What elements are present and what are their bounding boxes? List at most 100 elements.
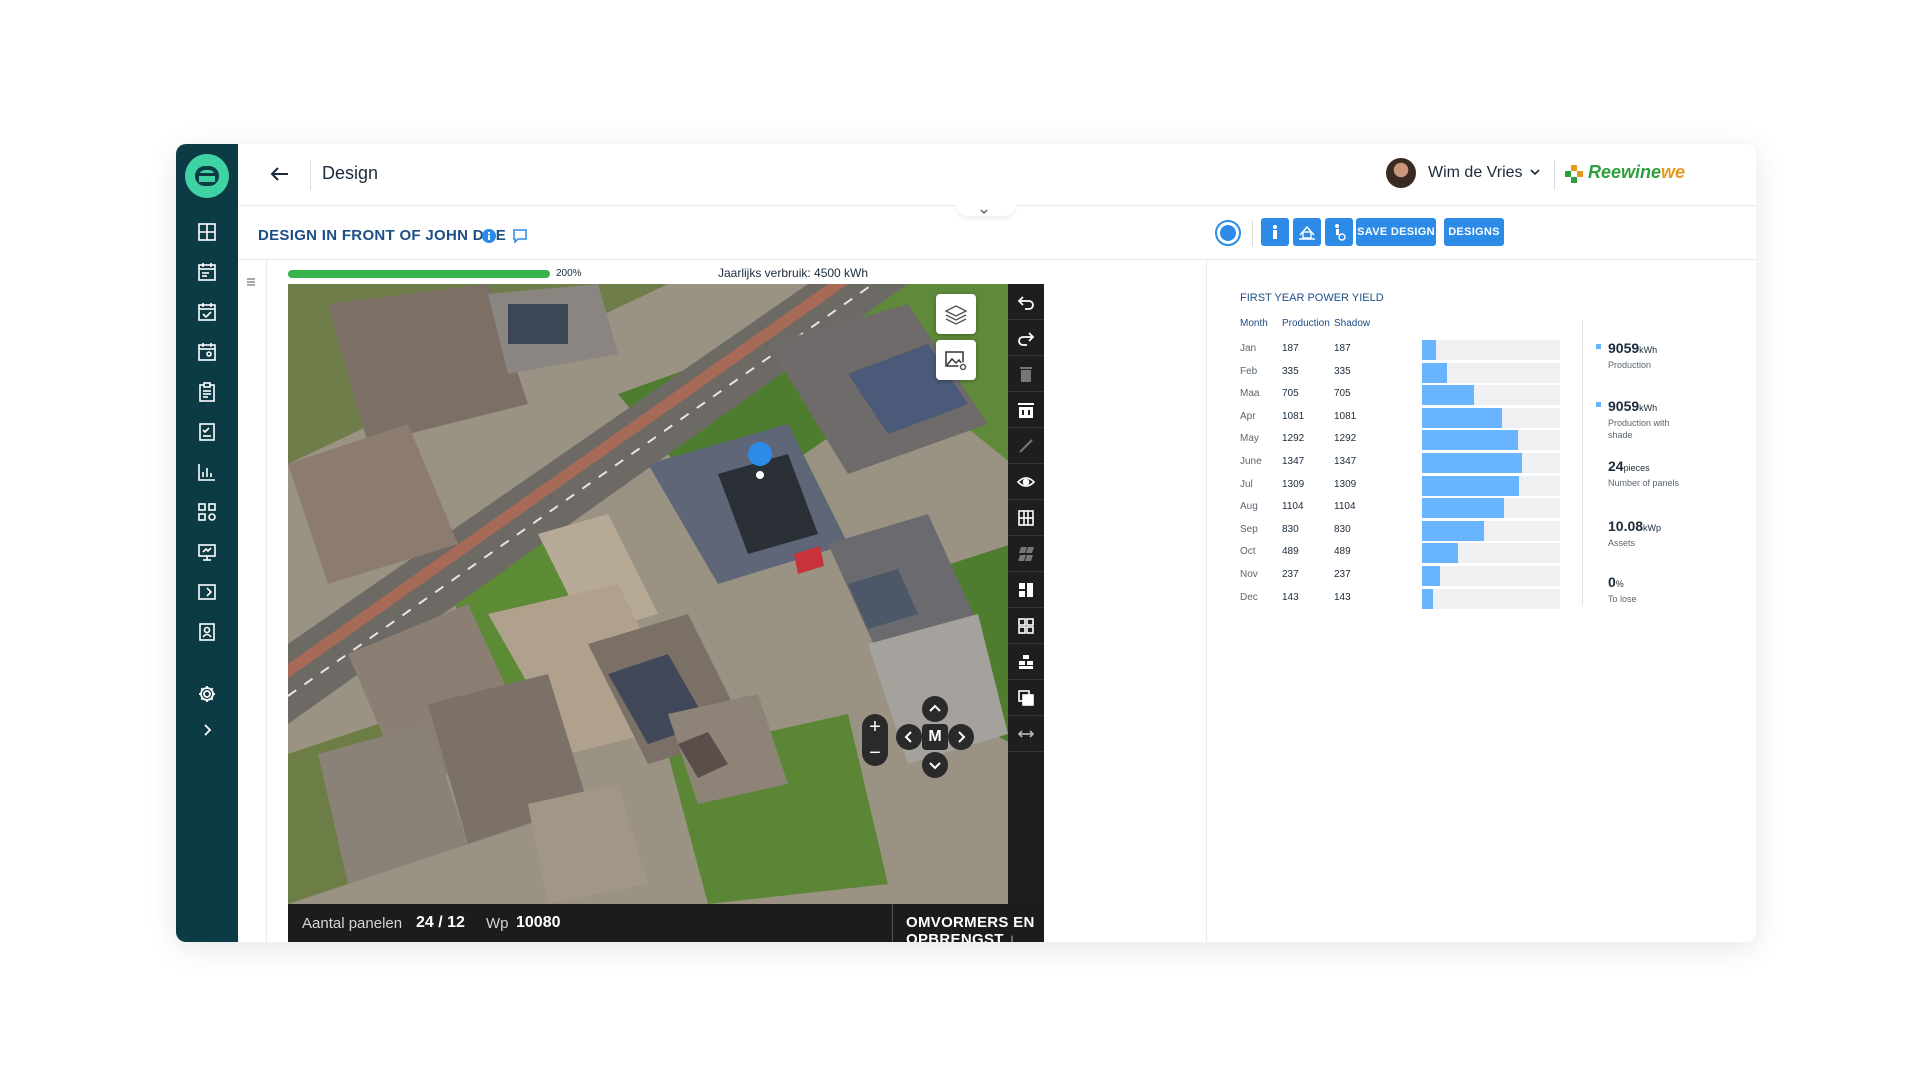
person-info-button[interactable] <box>1261 218 1289 246</box>
brand-name: Reewinewe <box>1588 162 1686 182</box>
tag-icon[interactable] <box>197 582 217 602</box>
clipboard-icon[interactable] <box>197 382 217 402</box>
yield-bar-track <box>1422 453 1560 473</box>
stat-number: 9059 <box>1608 398 1640 414</box>
accessibility-button[interactable] <box>1325 218 1353 246</box>
map-panel-divider <box>1206 260 1207 942</box>
menu-lines-icon[interactable] <box>246 274 256 286</box>
stat-number: 24 <box>1608 458 1624 474</box>
designs-button[interactable]: DESIGNS <box>1444 218 1504 246</box>
consumption-progress-bar <box>288 270 550 278</box>
panel-grid-button[interactable] <box>1008 500 1044 536</box>
app-logo-icon[interactable] <box>185 154 229 198</box>
pan-up-button[interactable] <box>922 696 948 722</box>
column-header-month: Month <box>1240 318 1268 329</box>
yield-bar <box>1422 498 1504 519</box>
panels-label: Aantal panelen <box>302 915 403 932</box>
calendar-check-icon[interactable] <box>197 302 217 322</box>
presentation-icon[interactable] <box>197 542 217 562</box>
design-title: DESIGN IN FRONT OF JOHN DOE <box>258 227 507 244</box>
pan-left-button[interactable] <box>896 724 922 750</box>
chevron-down-icon[interactable] <box>1528 165 1542 179</box>
stat-dot <box>1596 344 1601 349</box>
info-icon[interactable] <box>481 228 497 244</box>
copy-button[interactable] <box>1008 680 1044 716</box>
shadow-cell: 1292 <box>1334 433 1357 445</box>
resize-button[interactable] <box>1008 716 1044 752</box>
shadow-cell: 335 <box>1334 365 1351 377</box>
rows-icon <box>1019 655 1033 669</box>
zoom-in-button[interactable]: + <box>862 714 888 740</box>
user-name[interactable]: Wim de Vries <box>1428 164 1523 182</box>
contact-icon[interactable] <box>197 622 217 642</box>
stat-unit: pieces <box>1623 463 1650 473</box>
chevron-left-icon <box>904 731 912 743</box>
save-design-button[interactable]: SAVE DESIGN <box>1356 218 1436 246</box>
aerial-map[interactable]: + − M <box>288 284 1012 904</box>
delete-button[interactable] <box>1008 356 1044 392</box>
chart-icon[interactable] <box>197 462 217 482</box>
modules-icon[interactable] <box>197 502 217 522</box>
production-cell: 1347 <box>1282 456 1305 467</box>
slanted-panels-icon <box>1018 547 1034 561</box>
stat-unit: % <box>1615 579 1624 589</box>
undo-button[interactable] <box>1008 284 1044 320</box>
progress-fill <box>288 270 550 278</box>
redo-button[interactable] <box>1008 320 1044 356</box>
stat-value: 10.08kWp <box>1608 518 1661 534</box>
production-cell: 830 <box>1282 523 1299 535</box>
yield-bar-track <box>1422 566 1560 586</box>
checklist-icon[interactable] <box>197 422 217 442</box>
tiles-icon <box>1018 618 1034 634</box>
comment-icon[interactable] <box>512 228 528 244</box>
visibility-button[interactable] <box>1008 464 1044 500</box>
calendar-list-icon[interactable] <box>197 262 217 282</box>
production-cell: 237 <box>1282 569 1299 580</box>
add-image-button[interactable] <box>936 340 976 380</box>
view-toggle-button[interactable] <box>1215 220 1241 246</box>
stat-number: 9059 <box>1608 340 1640 356</box>
stat-dot <box>1596 402 1601 407</box>
stat-label: Assets <box>1608 538 1636 548</box>
column-header-shadow: Shadow <box>1334 318 1371 329</box>
pan-down-button[interactable] <box>922 752 948 778</box>
stat-label: Production with shade <box>1608 418 1670 440</box>
inverters-yield-button[interactable]: OMVORMERS EN OPBRENGST ↓ <box>906 914 1044 942</box>
rows-button[interactable] <box>1008 644 1044 680</box>
shadow-cell: 237 <box>1334 569 1351 580</box>
tiles-button[interactable] <box>1008 608 1044 644</box>
production-cell: 1309 <box>1282 478 1305 490</box>
panels-value: 24 / 12 <box>416 914 465 931</box>
month-cell: May <box>1240 433 1259 445</box>
person-icon <box>1273 225 1277 239</box>
stat-label: Production <box>1608 360 1652 370</box>
pan-right-button[interactable] <box>948 724 974 750</box>
calendar-user-icon[interactable] <box>197 342 217 362</box>
roof-view-button[interactable] <box>1293 218 1321 246</box>
back-arrow-icon[interactable] <box>268 162 292 186</box>
wp-label: Wp <box>486 915 509 932</box>
stat-unit: kWp <box>1643 523 1662 533</box>
zoom-control[interactable]: + − <box>862 714 888 766</box>
expand-chevron-icon[interactable] <box>197 720 217 740</box>
user-avatar[interactable] <box>1386 158 1416 188</box>
chevron-down-icon <box>929 762 941 770</box>
settings-gear-icon[interactable] <box>197 684 217 704</box>
slant-panels-button[interactable] <box>1008 536 1044 572</box>
map-center-button[interactable]: M <box>922 724 948 750</box>
month-cell: June <box>1240 456 1262 467</box>
stat-number: 0 <box>1608 574 1616 590</box>
layout-button[interactable] <box>1008 572 1044 608</box>
stat-label: To lose <box>1608 594 1637 604</box>
month-cell: Nov <box>1240 569 1258 580</box>
draw-button[interactable] <box>1008 428 1044 464</box>
chevron-up-icon <box>929 704 941 712</box>
zoom-out-button[interactable]: − <box>862 740 888 766</box>
delete-all-button[interactable] <box>1008 392 1044 428</box>
layers-button[interactable] <box>936 294 976 334</box>
yield-bar-track <box>1422 588 1560 609</box>
dashboard-icon[interactable] <box>197 222 217 242</box>
grid-icon <box>1018 510 1034 526</box>
pencil-icon <box>1019 439 1033 453</box>
yield-title: FIRST YEAR POWER YIELD <box>1240 292 1384 304</box>
